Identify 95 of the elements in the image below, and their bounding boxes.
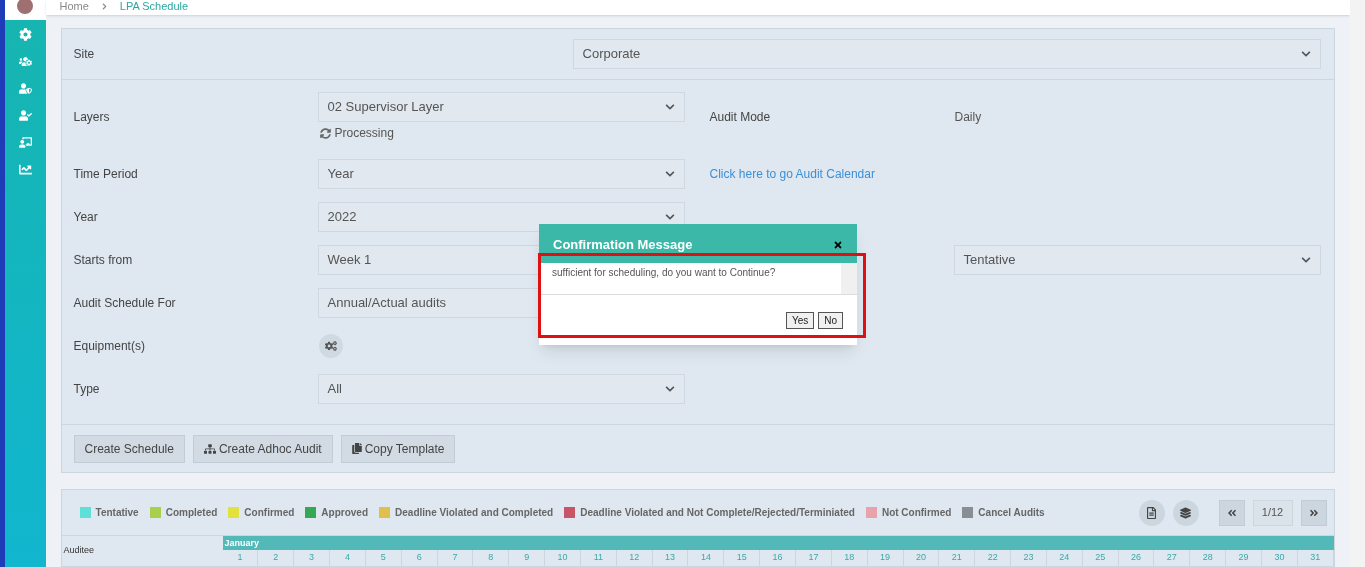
field-label: Layers <box>73 109 111 126</box>
day-header: 6 <box>401 550 438 566</box>
legend-label: Cancel Audits <box>978 506 1045 520</box>
day-header: 11 <box>580 550 617 566</box>
users-gear-icon[interactable] <box>18 55 32 68</box>
select-field[interactable]: All <box>317 373 685 404</box>
day-header: 9 <box>509 550 546 566</box>
message-scrollbar <box>841 263 857 294</box>
previous-button[interactable] <box>1218 499 1245 526</box>
day-header: 31 <box>1297 550 1334 566</box>
field-label: Audit Schedule For <box>73 294 177 312</box>
breadcrumb-current: LPA Schedule <box>119 0 189 13</box>
day-header: 17 <box>796 550 832 566</box>
day-header: 4 <box>330 550 366 566</box>
gear-icon[interactable] <box>18 28 32 41</box>
select-field[interactable]: 02 Supervisor Layer <box>317 92 685 122</box>
day-header: 21 <box>939 550 976 566</box>
document-icon <box>1146 506 1157 519</box>
legend-label: Deadline Violated and Completed <box>395 506 554 520</box>
day-header: 13 <box>652 550 689 566</box>
day-header: 5 <box>365 550 402 566</box>
chevron-down-icon <box>1300 254 1311 265</box>
chevron-down-icon <box>664 211 675 222</box>
layers-button[interactable] <box>1172 499 1199 526</box>
user-check-icon[interactable] <box>18 109 32 122</box>
chevron-right-icon <box>100 3 108 10</box>
day-header: 20 <box>903 550 940 566</box>
field-value: Daily <box>954 109 982 126</box>
page-indicator: 1/12 <box>1252 499 1293 526</box>
avatar[interactable] <box>17 0 34 14</box>
field-label: Site <box>73 46 96 63</box>
double-right-icon <box>1308 507 1319 518</box>
copy-icon <box>351 443 362 454</box>
day-header: 16 <box>760 550 796 566</box>
field-label: Time Period <box>73 165 139 183</box>
action-button[interactable]: Create Schedule <box>73 434 185 463</box>
day-header: 30 <box>1262 550 1298 566</box>
field-label: Audit Mode <box>709 109 772 126</box>
equipment-button[interactable] <box>318 333 343 358</box>
legend-label: Deadline Violated and Not Complete/Rejected/Terminiated <box>580 506 855 520</box>
legend-label: Approved <box>321 506 369 520</box>
month-header: January <box>222 536 1334 550</box>
day-header: 3 <box>294 550 331 566</box>
day-header: 18 <box>831 550 868 566</box>
sitemap-icon <box>203 442 216 455</box>
day-header: 2 <box>258 550 295 566</box>
next-button[interactable] <box>1300 499 1327 526</box>
day-header: 25 <box>1082 550 1119 566</box>
field-label: Starts from <box>73 251 134 269</box>
field-label: Year <box>73 208 99 226</box>
chevron-down-icon <box>1300 49 1311 59</box>
day-header: 22 <box>975 550 1012 566</box>
day-header: 24 <box>1046 550 1083 566</box>
legend-label: Tentative <box>95 506 139 520</box>
day-header: 27 <box>1154 550 1191 566</box>
chart-icon[interactable] <box>18 163 32 176</box>
day-header: 29 <box>1226 550 1262 566</box>
day-header: 7 <box>437 550 474 566</box>
dialog-button[interactable]: Yes <box>785 312 815 329</box>
document-button[interactable] <box>1138 499 1165 526</box>
breadcrumb-link[interactable]: Home <box>59 0 89 13</box>
day-header: 28 <box>1190 550 1227 566</box>
day-header: 10 <box>545 550 581 566</box>
chevron-down-icon <box>664 383 675 394</box>
presentation-icon[interactable] <box>18 136 32 149</box>
dialog-button[interactable]: No <box>818 312 843 329</box>
day-header: 19 <box>867 550 904 566</box>
field-label: Equipment(s) <box>73 337 146 355</box>
processing-text: Processing <box>334 125 394 142</box>
legend-label: Confirmed <box>244 506 295 520</box>
user-shield-icon[interactable] <box>18 82 32 95</box>
gears-icon <box>324 339 337 352</box>
chevron-down-icon <box>664 102 675 112</box>
close-icon[interactable] <box>833 239 843 250</box>
day-header: 8 <box>473 550 510 566</box>
day-header: 15 <box>724 550 761 566</box>
action-button[interactable]: Copy Template <box>340 434 456 463</box>
chevron-down-icon <box>664 168 675 179</box>
select-field[interactable]: 2022 <box>317 201 685 232</box>
day-header: 1 <box>222 550 259 566</box>
layers-icon <box>1180 506 1191 519</box>
day-header: 26 <box>1118 550 1155 566</box>
double-left-icon <box>1226 507 1237 518</box>
legend-label: Completed <box>165 506 218 520</box>
field-label: Type <box>73 380 101 398</box>
column-header: Auditee <box>63 544 95 558</box>
select-field[interactable]: Corporate <box>572 39 1321 69</box>
select-field[interactable]: Tentative <box>953 244 1321 275</box>
action-button[interactable]: Create Adhoc Audit <box>192 434 333 463</box>
day-header: 14 <box>688 550 725 566</box>
legend-label: Not Confirmed <box>881 506 952 520</box>
day-header: 23 <box>1011 550 1047 566</box>
day-header: 12 <box>616 550 653 566</box>
select-field[interactable]: Year <box>317 158 685 189</box>
sync-icon <box>319 127 331 139</box>
